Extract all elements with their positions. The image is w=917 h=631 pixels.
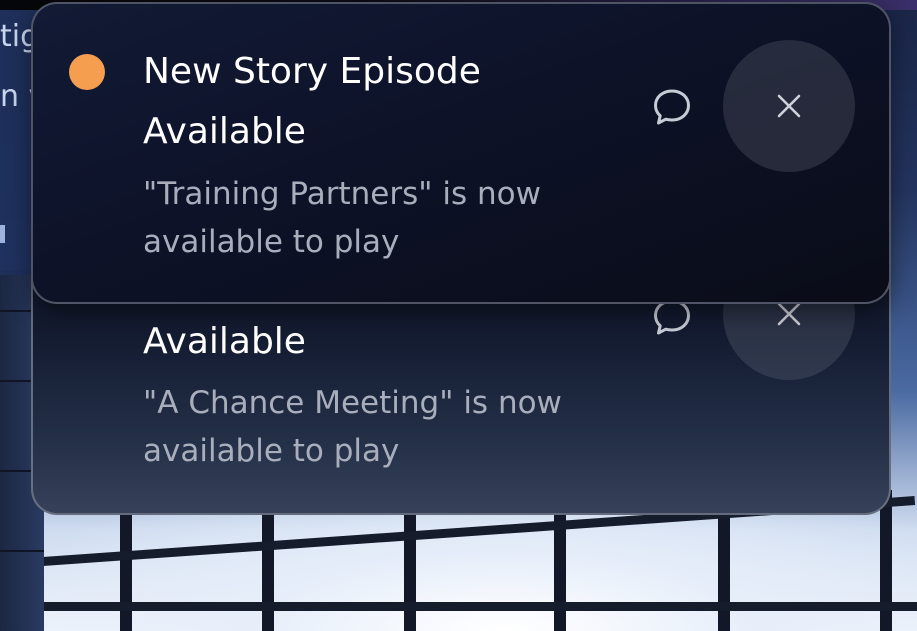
reply-button[interactable] bbox=[647, 82, 697, 132]
close-icon bbox=[777, 302, 801, 326]
chat-bubble-icon bbox=[654, 89, 690, 125]
window-transom bbox=[0, 602, 917, 611]
notification-body: "Training Partners" is now available to … bbox=[143, 176, 541, 260]
background-marker bbox=[0, 225, 5, 243]
unread-indicator bbox=[69, 54, 105, 90]
notification-title: Available bbox=[143, 321, 306, 362]
dismiss-button[interactable] bbox=[723, 40, 855, 172]
notification-title-clip: Available bbox=[143, 312, 563, 372]
notification-card-1[interactable]: New Story Episode Available "Training Pa… bbox=[31, 2, 891, 304]
notification-title: New Story Episode Available bbox=[143, 51, 481, 152]
close-icon bbox=[777, 94, 801, 118]
wall-line bbox=[0, 550, 44, 552]
notification-body: "A Chance Meeting" is now available to p… bbox=[143, 385, 562, 469]
